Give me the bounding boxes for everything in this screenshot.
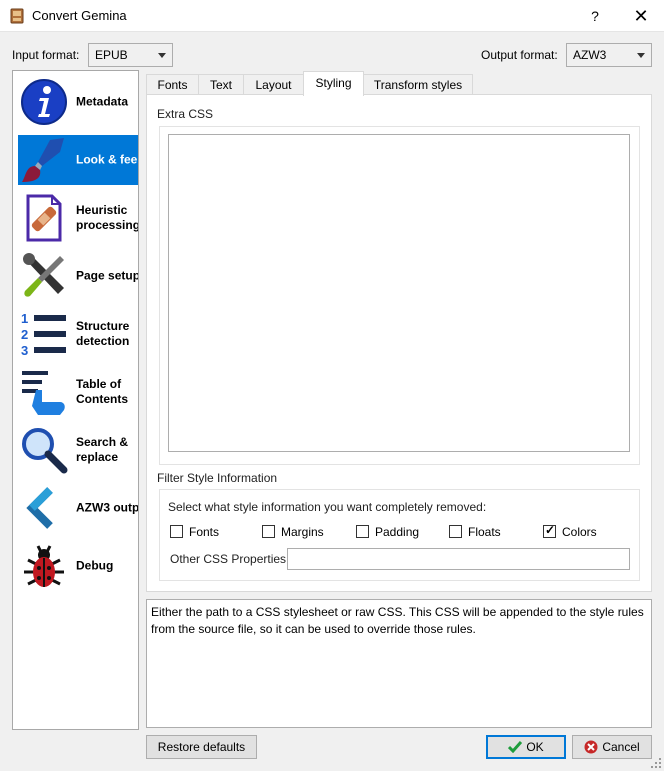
- margins-checkbox[interactable]: Margins: [262, 524, 332, 540]
- resize-grip-icon[interactable]: [651, 758, 661, 768]
- fonts-checkbox[interactable]: Fonts: [170, 524, 230, 540]
- sidebar-item-label: Table of Contents: [76, 377, 128, 406]
- checkbox-label: Floats: [468, 525, 501, 539]
- checkbox-box: [262, 525, 275, 538]
- other-css-input[interactable]: [287, 548, 630, 570]
- input-format-select[interactable]: EPUB: [88, 43, 173, 67]
- toc-hand-icon: [22, 371, 65, 415]
- restore-defaults-button[interactable]: Restore defaults: [146, 735, 257, 759]
- filter-style-title: Filter Style Information: [157, 471, 278, 485]
- checkbox-box: [356, 525, 369, 538]
- sidebar-item-label: Metadata: [76, 94, 129, 109]
- tab-transform-styles[interactable]: Transform styles: [363, 74, 473, 95]
- app-icon: [10, 8, 24, 24]
- sidebar-item-metadata[interactable]: Metadata: [18, 77, 138, 127]
- close-button[interactable]: ✕: [618, 0, 664, 32]
- output-format-label: Output format:: [481, 48, 558, 62]
- sidebar-item-heuristic-processing[interactable]: Heuristic processing: [18, 193, 139, 243]
- tools-icon: [23, 253, 64, 297]
- output-format-value: AZW3: [573, 48, 607, 62]
- paintbrush-icon: [22, 138, 64, 182]
- filter-style-prompt: Select what style information you want c…: [168, 500, 487, 514]
- sidebar-item-label: Look & feel: [76, 152, 139, 167]
- sidebar-item-search-replace[interactable]: Search & replace: [18, 425, 138, 475]
- checkbox-label: Margins: [281, 525, 324, 539]
- sidebar-item-label: Heuristic processing: [76, 203, 139, 232]
- extra-css-editor[interactable]: [168, 134, 630, 452]
- svg-text:1: 1: [21, 311, 28, 326]
- ok-button[interactable]: OK: [486, 735, 566, 759]
- checkbox-box: [449, 525, 462, 538]
- padding-checkbox[interactable]: Padding: [356, 524, 426, 540]
- sidebar-item-label: Structure detection: [76, 319, 130, 348]
- sidebar: Metadata Look & feel Heuristic processing…: [12, 70, 139, 730]
- numbered-list-icon: 1 2 3: [21, 311, 66, 358]
- checkbox-label: Colors: [562, 525, 597, 539]
- tab-fonts[interactable]: Fonts: [146, 74, 199, 95]
- info-icon: [21, 79, 67, 125]
- svg-text:3: 3: [21, 343, 28, 358]
- cancel-label: Cancel: [602, 740, 640, 754]
- other-css-label: Other CSS Properties:: [170, 552, 290, 566]
- checkbox-label: Fonts: [189, 525, 220, 539]
- floats-checkbox[interactable]: Floats: [449, 524, 509, 540]
- sidebar-item-label: Debug: [76, 558, 114, 573]
- sidebar-item-azw3-output[interactable]: AZW3 output: [18, 483, 139, 533]
- checkbox-box: [543, 523, 556, 538]
- tab-styling[interactable]: Styling: [303, 71, 364, 96]
- checkbox-label: Padding: [375, 525, 420, 539]
- cancel-button[interactable]: Cancel: [572, 735, 652, 759]
- chevron-left-icon: [26, 487, 53, 529]
- colors-checkbox[interactable]: Colors: [543, 523, 603, 540]
- chevron-down-icon: [158, 53, 166, 58]
- svg-text:2: 2: [21, 327, 28, 342]
- output-format-select[interactable]: AZW3: [566, 43, 652, 67]
- tab-layout[interactable]: Layout: [243, 74, 304, 95]
- ok-label: OK: [526, 740, 544, 754]
- chevron-down-icon: [637, 53, 645, 58]
- sidebar-item-table-of-contents[interactable]: Table of Contents: [18, 367, 138, 417]
- cancel-icon: [584, 740, 598, 754]
- title-bar: Convert Gemina ? ✕: [0, 0, 664, 32]
- help-button[interactable]: ?: [572, 0, 618, 32]
- document-bandage-icon: [26, 194, 62, 242]
- help-text-box: Either the path to a CSS stylesheet or r…: [146, 599, 652, 728]
- sidebar-item-page-setup[interactable]: Page setup: [18, 251, 139, 301]
- magnifier-icon: [22, 428, 68, 474]
- extra-css-label: Extra CSS: [157, 107, 214, 121]
- input-format-value: EPUB: [95, 48, 128, 62]
- sidebar-item-look-and-feel[interactable]: Look & feel: [18, 135, 139, 185]
- styling-panel: Extra CSS Filter Style Information Selec…: [146, 94, 652, 592]
- sidebar-item-label: AZW3 output: [76, 500, 139, 515]
- sidebar-item-structure-detection[interactable]: 1 2 3 Structure detection: [18, 309, 138, 359]
- input-format-label: Input format:: [12, 48, 80, 62]
- bug-icon: [24, 545, 64, 587]
- checkmark-icon: [508, 740, 523, 754]
- tab-text[interactable]: Text: [198, 74, 244, 95]
- sidebar-item-label: Page setup: [76, 268, 139, 283]
- window-title: Convert Gemina: [32, 8, 127, 23]
- checkbox-box: [170, 525, 183, 538]
- sidebar-item-label: Search & replace: [76, 435, 129, 464]
- sidebar-item-debug[interactable]: Debug: [18, 541, 138, 591]
